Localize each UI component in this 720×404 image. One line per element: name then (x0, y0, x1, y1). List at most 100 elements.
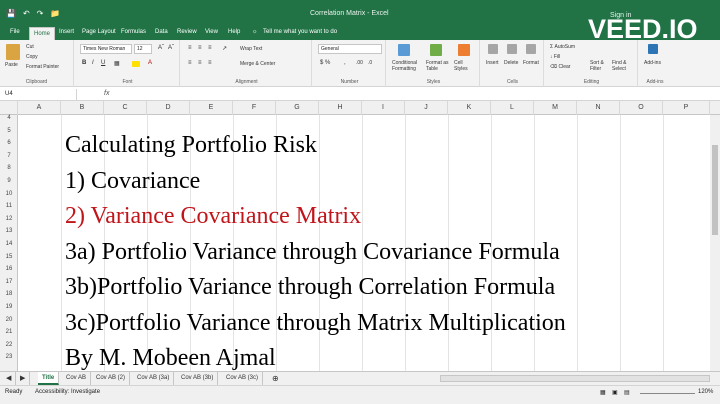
cut-button[interactable]: Cut (26, 44, 34, 50)
find-select-button[interactable]: Find & Select (612, 60, 636, 72)
tab-file[interactable]: File (10, 29, 20, 35)
conditional-formatting-button[interactable]: Conditional Formatting (392, 60, 422, 72)
wrap-text-button[interactable]: Wrap Text (240, 46, 262, 52)
delete-cells-button[interactable]: Delete (504, 60, 518, 66)
column-header[interactable]: G (276, 101, 319, 115)
fx-icon[interactable]: fx (104, 90, 109, 97)
row-header[interactable]: 15 (0, 254, 18, 260)
select-all-corner[interactable] (0, 101, 18, 115)
paste-button[interactable]: Paste (5, 62, 18, 68)
row-header[interactable]: 20 (0, 317, 18, 323)
bold-icon[interactable]: B (82, 60, 86, 66)
row-header[interactable]: 5 (0, 128, 18, 134)
addins-icon[interactable] (648, 44, 658, 54)
save-icon[interactable]: 💾 (6, 9, 16, 18)
addins-button[interactable]: Add-ins (644, 60, 661, 66)
formula-input[interactable] (116, 89, 716, 100)
align-top-icon[interactable]: ≡ (188, 45, 192, 51)
row-header[interactable]: 10 (0, 191, 18, 197)
sheet-tab[interactable]: Cov AB (2) (92, 372, 131, 385)
format-cells-icon[interactable] (526, 44, 536, 54)
column-header[interactable]: L (491, 101, 534, 115)
sheet-tab-title[interactable]: Title (38, 372, 60, 385)
sheet-tab[interactable]: Cov AB (3c) (222, 372, 264, 385)
format-painter-button[interactable]: Format Painter (26, 64, 59, 70)
number-format-select[interactable]: General (318, 44, 382, 54)
insert-cells-icon[interactable] (488, 44, 498, 54)
align-right-icon[interactable]: ≡ (208, 60, 212, 66)
delete-cells-icon[interactable] (507, 44, 517, 54)
currency-icon[interactable]: $ % (320, 60, 330, 66)
font-size-select[interactable]: 12 (134, 44, 152, 54)
increase-decimal-icon[interactable]: .00 (356, 60, 363, 66)
vertical-scrollbar[interactable] (710, 115, 720, 371)
sheet-tab[interactable]: Cov AB (3a) (133, 372, 175, 385)
row-header[interactable]: 12 (0, 216, 18, 222)
row-header[interactable]: 14 (0, 241, 18, 247)
decrease-decimal-icon[interactable]: .0 (368, 60, 372, 66)
align-left-icon[interactable]: ≡ (188, 60, 192, 66)
row-header[interactable]: 4 (0, 115, 18, 121)
horizontal-scrollbar[interactable] (440, 375, 710, 382)
folder-icon[interactable]: 📁 (50, 9, 60, 18)
column-header[interactable]: E (190, 101, 233, 115)
column-header[interactable]: H (319, 101, 362, 115)
scroll-thumb[interactable] (712, 145, 718, 235)
format-as-table-button[interactable]: Format as Table (426, 60, 450, 72)
sheet-tab[interactable]: Cov AB (62, 372, 92, 385)
cell-styles-icon[interactable] (458, 44, 470, 56)
clear-button[interactable]: ⌫ Clear (550, 64, 570, 70)
fill-button[interactable]: ↓ Fill (550, 54, 560, 60)
tell-me-search[interactable]: Tell me what you want to do (263, 29, 337, 35)
row-header[interactable]: 13 (0, 228, 18, 234)
tab-view[interactable]: View (205, 29, 218, 35)
column-header[interactable]: O (620, 101, 663, 115)
column-header[interactable]: A (18, 101, 61, 115)
row-header[interactable]: 7 (0, 153, 18, 159)
sheet-tab[interactable]: Cov AB (3b) (177, 372, 219, 385)
tab-review[interactable]: Review (177, 29, 197, 35)
format-cells-button[interactable]: Format (523, 60, 539, 66)
column-header[interactable]: I (362, 101, 405, 115)
align-center-icon[interactable]: ≡ (198, 60, 202, 66)
column-header[interactable]: B (61, 101, 104, 115)
font-color-icon[interactable]: A (148, 60, 152, 66)
column-header[interactable]: C (104, 101, 147, 115)
tab-data[interactable]: Data (155, 29, 168, 35)
format-table-icon[interactable] (430, 44, 442, 56)
row-header[interactable]: 16 (0, 266, 18, 272)
copy-button[interactable]: Copy (26, 54, 38, 60)
sort-filter-button[interactable]: Sort & Filter (590, 60, 612, 72)
fill-color-icon[interactable] (132, 61, 140, 67)
column-header[interactable]: N (577, 101, 620, 115)
tab-help[interactable]: Help (228, 29, 240, 35)
page-break-view-icon[interactable]: ▤ (624, 389, 630, 396)
prev-sheet-icon[interactable]: ◀ (2, 372, 17, 385)
underline-icon[interactable]: U (101, 60, 105, 66)
redo-icon[interactable]: ↷ (37, 9, 44, 18)
borders-icon[interactable]: ▦ (114, 60, 120, 67)
row-header[interactable]: 11 (0, 203, 18, 209)
row-header[interactable]: 17 (0, 279, 18, 285)
row-header[interactable]: 22 (0, 342, 18, 348)
tab-insert[interactable]: Insert (59, 29, 74, 35)
paste-icon[interactable] (6, 44, 20, 60)
page-layout-view-icon[interactable]: ▣ (612, 389, 618, 396)
italic-icon[interactable]: I (92, 60, 94, 66)
cell-styles-button[interactable]: Cell Styles (454, 60, 476, 72)
comma-style-icon[interactable]: , (344, 60, 346, 66)
row-header[interactable]: 8 (0, 165, 18, 171)
zoom-level[interactable]: 120% (698, 389, 713, 395)
row-header[interactable]: 18 (0, 291, 18, 297)
name-box[interactable]: U4 (2, 89, 77, 100)
accessibility-status[interactable]: Accessibility: Investigate (35, 389, 100, 395)
insert-cells-button[interactable]: Insert (486, 60, 499, 66)
font-name-select[interactable]: Times New Roman (80, 44, 132, 54)
tab-formulas[interactable]: Formulas (121, 29, 146, 35)
shrink-font-icon[interactable]: Aˇ (168, 45, 174, 51)
tab-page-layout[interactable]: Page Layout (82, 29, 116, 35)
add-sheet-icon[interactable]: ⊕ (268, 372, 283, 385)
undo-icon[interactable]: ↶ (23, 9, 30, 18)
conditional-formatting-icon[interactable] (398, 44, 410, 56)
merge-center-button[interactable]: Merge & Center (240, 61, 275, 67)
